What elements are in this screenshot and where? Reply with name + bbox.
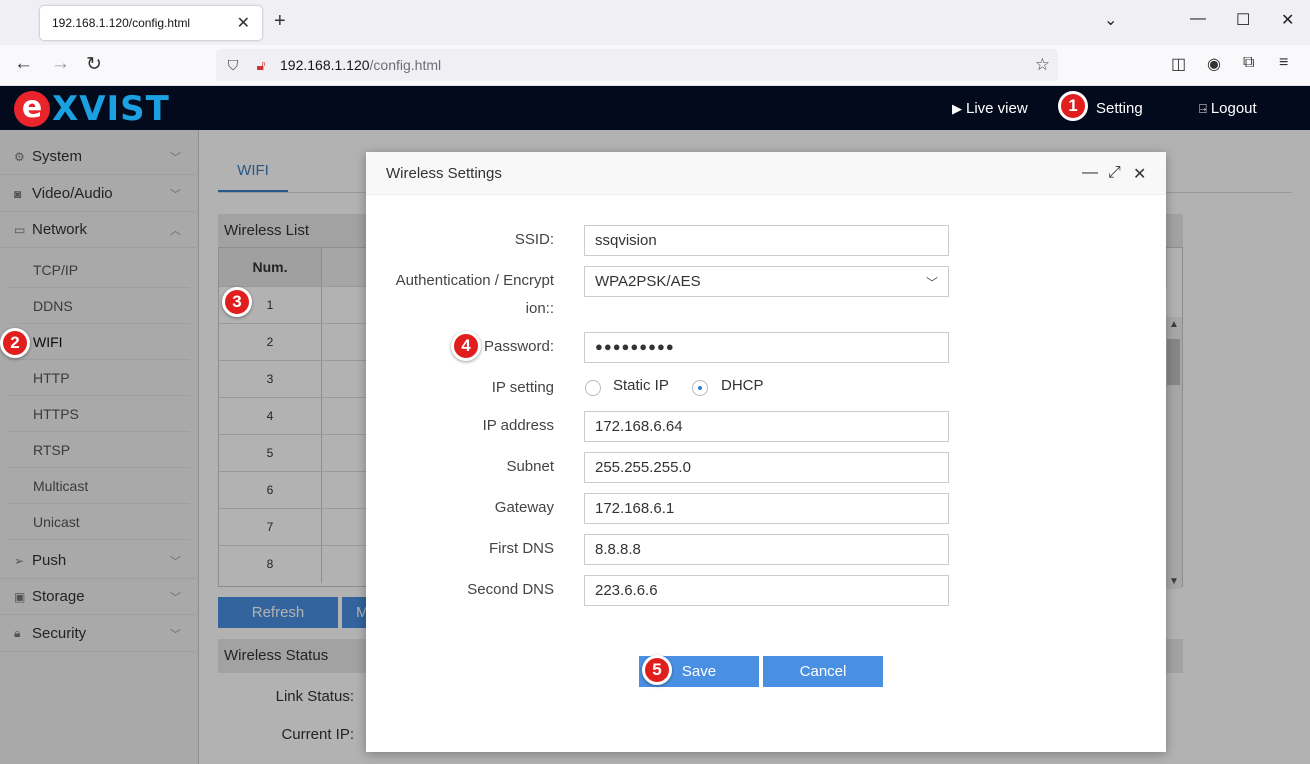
live-view-link[interactable]: ▶ Live view	[952, 100, 1028, 117]
step-marker-4: 4	[451, 331, 481, 361]
ip-setting-label: IP setting	[491, 379, 554, 396]
wireless-settings-dialog: Wireless Settings — ⤢ ✕ SSID: ssqvision …	[366, 152, 1166, 752]
first-dns-label: First DNS	[489, 540, 554, 557]
browser-tab-bar: 192.168.1.120/config.html ✕ + ⌄ — ☐ ✕	[0, 0, 1310, 45]
bookmark-star-icon[interactable]: ☆	[1035, 55, 1050, 75]
auth-label-cont: ion::	[374, 298, 554, 320]
subnet-input[interactable]: 255.255.255.0	[584, 452, 949, 483]
dialog-title: Wireless Settings	[386, 165, 502, 182]
back-arrow-icon[interactable]: ←	[14, 53, 33, 75]
minimize-dialog-icon[interactable]: —	[1082, 164, 1098, 182]
step-marker-2: 2	[0, 328, 30, 358]
extensions-icon[interactable]: ⧉	[1243, 54, 1254, 72]
chevron-down-icon: ﹀	[925, 276, 938, 290]
dialog-title-bar: Wireless Settings	[366, 152, 1166, 195]
auth-select[interactable]: WPA2PSK/AES ﹀	[584, 266, 949, 297]
reload-icon[interactable]: ↻	[86, 53, 102, 76]
url-host: 192.168.1.120	[280, 57, 370, 73]
logout-label: Logout	[1210, 100, 1257, 117]
first-dns-input[interactable]: 8.8.8.8	[584, 534, 949, 565]
step-marker-1: 1	[1058, 91, 1088, 121]
second-dns-label: Second DNS	[467, 581, 554, 598]
auth-label: Authentication / Encrypt	[374, 270, 554, 292]
play-circle-icon: ▶	[952, 100, 962, 116]
exvist-logo: e XVIST	[14, 89, 170, 129]
logo-e-mark: e	[14, 91, 50, 127]
gateway-label: Gateway	[494, 499, 554, 516]
logo-wordmark: XVIST	[52, 89, 170, 129]
static-ip-label[interactable]: Static IP	[613, 377, 669, 394]
account-icon[interactable]: ◉	[1207, 54, 1221, 74]
auth-label-line1: Authentication / Encrypt	[395, 272, 554, 289]
url-path: /config.html	[369, 57, 442, 73]
tab-list-chevron-icon[interactable]: ⌄	[1104, 10, 1117, 30]
close-window-icon[interactable]: ✕	[1281, 10, 1294, 30]
step-marker-5: 5	[642, 655, 672, 685]
ip-address-label: IP address	[482, 417, 554, 434]
minimize-window-icon[interactable]: —	[1190, 10, 1206, 28]
logout-link[interactable]: ⍈ Logout	[1199, 100, 1257, 117]
ip-address-input[interactable]: 172.168.6.64	[584, 411, 949, 442]
setting-link[interactable]: Setting	[1096, 100, 1143, 117]
second-dns-input[interactable]: 223.6.6.6	[584, 575, 949, 606]
shield-icon[interactable]: ⛉	[222, 57, 244, 74]
browser-tab-title: 192.168.1.120/config.html	[52, 16, 191, 30]
logout-icon: ⍈	[1199, 100, 1207, 116]
new-tab-button[interactable]: +	[274, 10, 286, 33]
close-tab-icon[interactable]: ✕	[237, 13, 250, 33]
pocket-icon[interactable]: ◫	[1171, 54, 1186, 74]
step-marker-3: 3	[222, 287, 252, 317]
static-ip-radio[interactable]	[585, 380, 601, 396]
auth-select-value: WPA2PSK/AES	[595, 273, 701, 290]
setting-label: Setting	[1096, 100, 1143, 117]
dhcp-radio[interactable]	[692, 380, 708, 396]
ssid-label: SSID:	[514, 231, 554, 248]
auth-label-line2: ion::	[525, 300, 554, 317]
app-header: e XVIST ▶ Live view Setting ⍈ Logout	[0, 86, 1310, 130]
menu-hamburger-icon[interactable]: ≡	[1279, 54, 1288, 72]
close-dialog-icon[interactable]: ✕	[1133, 164, 1146, 184]
browser-nav-bar: ← → ↻ ⛉ 🔓︎ 192.168.1.120/config.html ☆ ◫…	[0, 45, 1310, 86]
cancel-button[interactable]: Cancel	[763, 656, 883, 687]
maximize-dialog-icon[interactable]: ⤢	[1108, 164, 1121, 182]
ssid-input[interactable]: ssqvision	[584, 225, 949, 256]
address-bar[interactable]: ⛉ 🔓︎ 192.168.1.120/config.html ☆	[216, 49, 1058, 81]
password-input[interactable]: ●●●●●●●●●	[584, 332, 949, 363]
subnet-label: Subnet	[506, 458, 554, 475]
gateway-input[interactable]: 172.168.6.1	[584, 493, 949, 524]
insecure-lock-icon[interactable]: 🔓︎	[250, 57, 272, 74]
live-view-label: Live view	[966, 100, 1028, 117]
maximize-window-icon[interactable]: ☐	[1236, 10, 1250, 30]
dhcp-label[interactable]: DHCP	[721, 377, 764, 394]
browser-tab[interactable]: 192.168.1.120/config.html ✕	[40, 6, 262, 40]
forward-arrow-icon[interactable]: →	[51, 53, 70, 75]
